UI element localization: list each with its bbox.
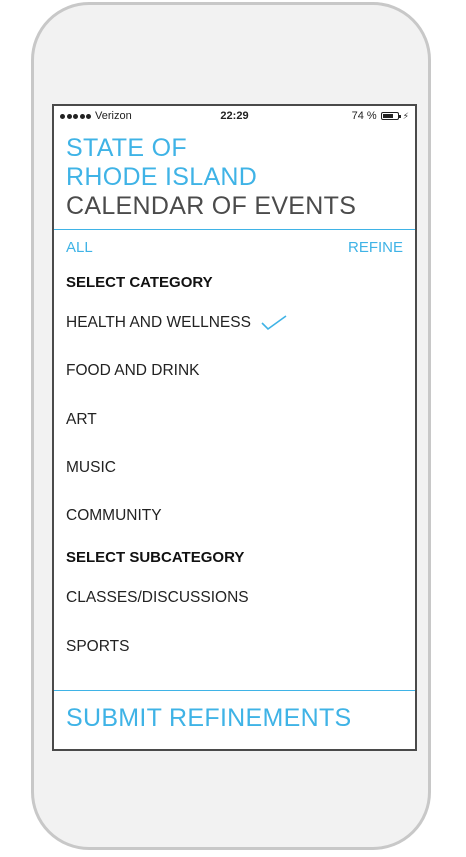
category-item-label: FOOD AND DRINK bbox=[66, 362, 200, 379]
status-bar: Verizon 22:29 74 % ⚡ bbox=[54, 106, 415, 128]
battery-icon bbox=[380, 112, 401, 120]
category-item-community[interactable]: COMMUNITY bbox=[66, 507, 162, 525]
title-line-3: CALENDAR OF EVENTS bbox=[66, 192, 357, 220]
category-item-health-and-wellness[interactable]: HEALTH AND WELLNESS bbox=[66, 314, 287, 332]
page-title: STATE OF RHODE ISLAND CALENDAR OF EVENTS bbox=[66, 134, 356, 221]
category-item-label: ART bbox=[66, 411, 97, 428]
checkmark-icon bbox=[261, 315, 287, 331]
category-item-music[interactable]: MUSIC bbox=[66, 459, 116, 477]
category-item-label: HEALTH AND WELLNESS bbox=[66, 314, 251, 331]
category-item-label: MUSIC bbox=[66, 459, 116, 476]
tab-refine[interactable]: REFINE bbox=[348, 239, 403, 256]
header-divider bbox=[54, 229, 415, 230]
subcategory-item-label: CLASSES/DISCUSSIONS bbox=[66, 589, 249, 606]
category-item-label: COMMUNITY bbox=[66, 507, 162, 524]
footer-divider bbox=[54, 690, 415, 691]
subcategory-item-classes-discussions[interactable]: CLASSES/DISCUSSIONS bbox=[66, 589, 249, 607]
category-item-food-and-drink[interactable]: FOOD AND DRINK bbox=[66, 362, 199, 380]
battery-fill bbox=[382, 114, 394, 118]
subcategory-item-label: SPORTS bbox=[66, 638, 130, 655]
category-heading: SELECT CATEGORY bbox=[66, 274, 213, 291]
submit-refinements-button[interactable]: SUBMIT REFINEMENTS bbox=[66, 704, 352, 733]
charging-bolt-icon: ⚡ bbox=[402, 110, 409, 121]
app-screen: Verizon 22:29 74 % ⚡ STATE OF RHODE ISLA… bbox=[52, 104, 417, 751]
subcategory-heading: SELECT SUBCATEGORY bbox=[66, 549, 245, 566]
category-item-art[interactable]: ART bbox=[66, 411, 97, 429]
battery-percent: 74 % bbox=[351, 110, 377, 122]
tab-all[interactable]: ALL bbox=[66, 239, 93, 256]
title-line-1: STATE OF bbox=[66, 134, 187, 162]
status-right: 74 % ⚡ bbox=[352, 110, 409, 122]
title-line-2: RHODE ISLAND bbox=[66, 163, 258, 191]
subcategory-item-sports[interactable]: SPORTS bbox=[66, 638, 129, 656]
